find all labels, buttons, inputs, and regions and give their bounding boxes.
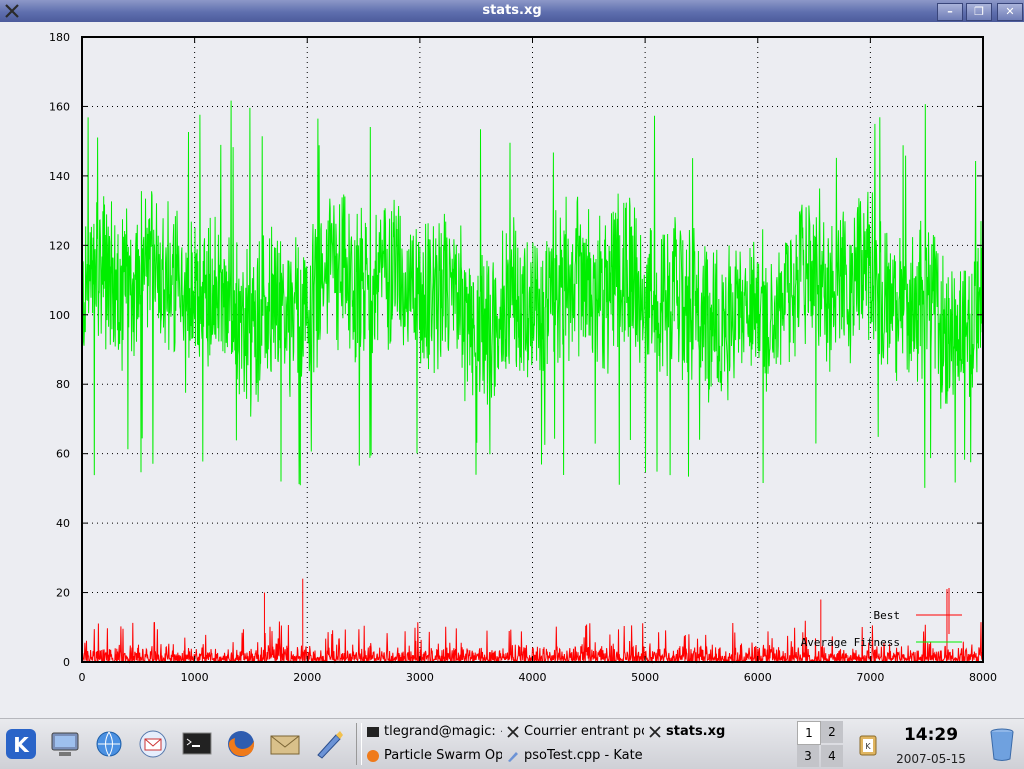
- close-button[interactable]: ✕: [997, 3, 1023, 21]
- series-average-fitness-line: [81, 100, 984, 488]
- home-computer-icon[interactable]: [48, 727, 82, 761]
- chart-ticks: 0 1000 2000 3000 4000 5000 6000 7000 8000 0 20 40 60…: [49, 31, 997, 684]
- task-label: Courrier entrant po: [524, 724, 644, 739]
- x-tick-label: 6000: [744, 671, 772, 684]
- desktop-2[interactable]: 2: [821, 721, 843, 743]
- terminal-icon[interactable]: [180, 727, 214, 761]
- kde-menu-icon[interactable]: K: [4, 727, 38, 761]
- terminal-small-icon: [367, 726, 379, 737]
- legend-label-best: Best: [874, 609, 901, 622]
- x-tick-label: 2000: [293, 671, 321, 684]
- task-label: Particle Swarm Opt: [384, 748, 502, 763]
- window-titlebar[interactable]: stats.xg – ❐ ✕: [0, 0, 1024, 22]
- task-label: tlegrand@magic: ~/c: [384, 724, 502, 739]
- kate-editor-icon[interactable]: [312, 727, 346, 761]
- chart-legend: Best Average Fitness: [801, 588, 962, 649]
- kontact-mail-icon[interactable]: [136, 727, 170, 761]
- task-label: stats.xg: [666, 724, 726, 739]
- plot-area: 0 1000 2000 3000 4000 5000 6000 7000 8000 0 20 40 60…: [0, 22, 1024, 718]
- desktop-4[interactable]: 4: [821, 745, 843, 767]
- svg-text:K: K: [865, 742, 871, 751]
- x-tick-label: 0: [79, 671, 86, 684]
- y-tick-label: 60: [56, 448, 70, 461]
- minimize-button[interactable]: –: [937, 3, 963, 21]
- task-terminal[interactable]: tlegrand@magic: ~/c: [366, 721, 502, 743]
- y-tick-label: 40: [56, 517, 70, 530]
- mail-envelope-icon[interactable]: [268, 727, 302, 761]
- y-tick-label: 80: [56, 378, 70, 391]
- task-courrier[interactable]: Courrier entrant po: [506, 721, 644, 743]
- taskbar-separator[interactable]: [356, 723, 362, 765]
- desktop-3[interactable]: 3: [797, 745, 819, 767]
- y-tick-label: 20: [56, 587, 70, 600]
- clipboard-icon[interactable]: K: [856, 733, 880, 757]
- browser-globe-icon[interactable]: [92, 727, 126, 761]
- y-tick-label: 160: [49, 100, 70, 113]
- trash-icon[interactable]: [986, 725, 1018, 763]
- y-tick-label: 140: [49, 170, 70, 183]
- x-tick-label: 3000: [406, 671, 434, 684]
- maximize-button[interactable]: ❐: [966, 3, 992, 21]
- stats-chart: 0 1000 2000 3000 4000 5000 6000 7000 8000 0 20 40 60…: [49, 31, 997, 684]
- firefox-icon[interactable]: [224, 727, 258, 761]
- desktop-1[interactable]: 1: [797, 721, 821, 745]
- x-tick-label: 1000: [181, 671, 209, 684]
- y-tick-label: 0: [63, 656, 70, 669]
- window-title: stats.xg: [482, 3, 542, 18]
- x-tick-label: 7000: [856, 671, 884, 684]
- task-stats-xg[interactable]: stats.xg: [648, 721, 790, 743]
- y-tick-label: 180: [49, 31, 70, 44]
- x-tick-label: 4000: [519, 671, 547, 684]
- firefox-small-icon: [367, 749, 379, 762]
- y-tick-label: 120: [49, 239, 70, 252]
- svg-text:K: K: [13, 733, 30, 757]
- clock-date[interactable]: 2007-05-15: [890, 752, 972, 766]
- x-tick-label: 8000: [969, 671, 997, 684]
- x-tick-label: 5000: [631, 671, 659, 684]
- y-tick-label: 100: [49, 309, 70, 322]
- task-firefox[interactable]: Particle Swarm Opt: [366, 745, 502, 767]
- x-small-icon: [649, 725, 661, 738]
- kate-small-icon: [508, 751, 518, 762]
- taskbar: K tlegrand@magic: ~/c Courrier entrant p…: [0, 718, 1024, 769]
- clock-time[interactable]: 14:29: [893, 725, 969, 745]
- x-small-icon: [507, 725, 519, 738]
- task-label: psoTest.cpp - Kate: [524, 748, 643, 763]
- task-kate[interactable]: psoTest.cpp - Kate: [506, 745, 644, 767]
- legend-label-average-fitness: Average Fitness: [801, 636, 900, 649]
